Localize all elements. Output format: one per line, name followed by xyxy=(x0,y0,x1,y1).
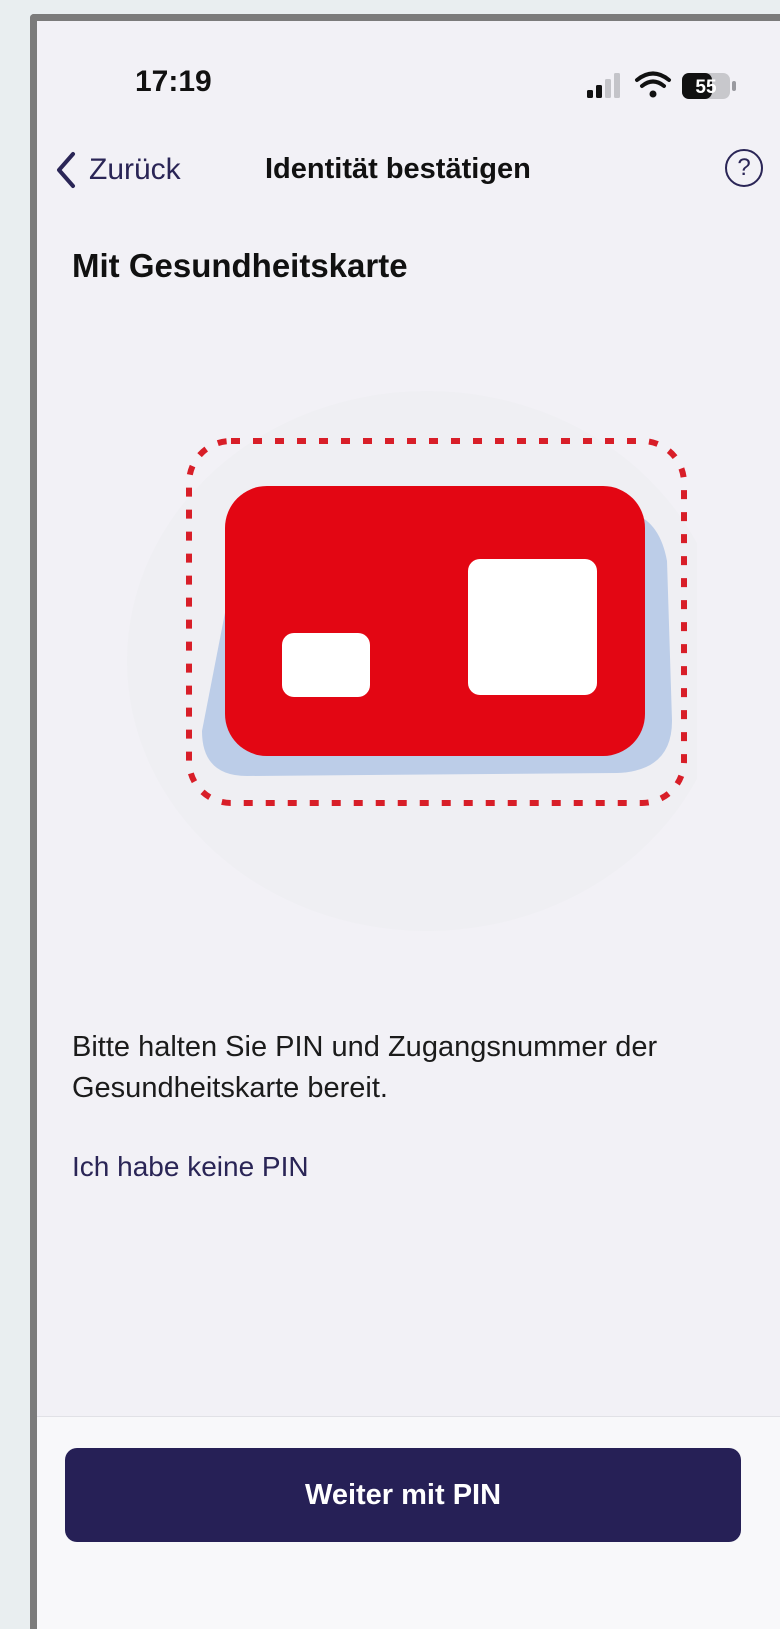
info-text: Bitte halten Sie PIN und Zugangsnummer d… xyxy=(72,1031,658,1104)
no-pin-link[interactable]: Ich habe keine PIN xyxy=(72,1151,309,1183)
footer-bar: Weiter mit PIN xyxy=(37,1416,780,1629)
status-time: 17:19 xyxy=(135,65,212,98)
chevron-left-icon xyxy=(57,152,75,188)
health-card-illustration xyxy=(127,391,697,931)
help-button[interactable]: ? xyxy=(725,149,763,187)
signal-icon xyxy=(587,73,620,98)
page-title: Identität bestätigen xyxy=(265,153,531,185)
wifi-icon xyxy=(635,71,671,98)
battery-icon: 55 xyxy=(682,73,736,99)
back-label: Zurück xyxy=(89,153,181,186)
battery-level: 55 xyxy=(695,77,717,98)
card-small-chip xyxy=(282,633,370,697)
status-icons: 55 xyxy=(587,71,736,99)
section-heading: Mit Gesundheitskarte xyxy=(72,247,408,284)
phone-screen: 17:19 55 Zurück Identität bestätigen ? M… xyxy=(30,14,780,1629)
back-button[interactable]: Zurück xyxy=(55,151,181,189)
card-large-chip xyxy=(468,559,597,695)
help-icon: ? xyxy=(737,154,751,181)
continue-with-pin-button[interactable]: Weiter mit PIN xyxy=(65,1448,741,1542)
